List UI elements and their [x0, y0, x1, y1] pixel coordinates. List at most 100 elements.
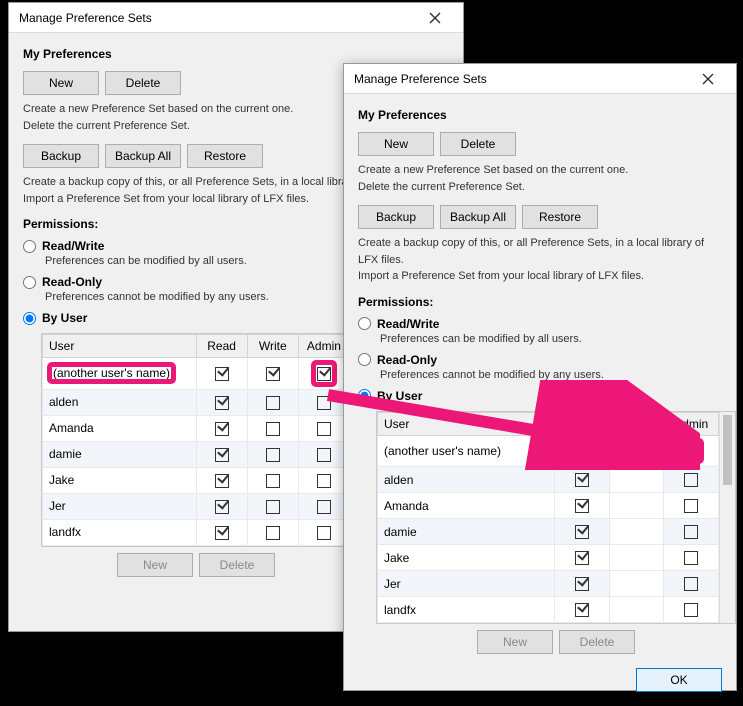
- checkbox-admin[interactable]: [317, 526, 331, 540]
- cell-admin[interactable]: [298, 441, 349, 467]
- cell-admin[interactable]: [298, 467, 349, 493]
- close-icon[interactable]: [415, 4, 455, 32]
- cell-write[interactable]: [247, 415, 298, 441]
- backup-button[interactable]: Backup: [358, 205, 434, 229]
- new-button[interactable]: New: [23, 71, 99, 95]
- cell-read[interactable]: [555, 545, 610, 571]
- checkbox-read[interactable]: [215, 526, 229, 540]
- cell-read[interactable]: [196, 467, 247, 493]
- col-admin[interactable]: Admin: [298, 335, 349, 358]
- checkbox-admin[interactable]: [684, 551, 698, 565]
- table-row[interactable]: (another user's name): [43, 358, 350, 390]
- cell-admin[interactable]: [298, 493, 349, 519]
- checkbox-read[interactable]: [215, 474, 229, 488]
- table-row[interactable]: alden: [378, 467, 719, 493]
- table-row[interactable]: Amanda: [43, 415, 350, 441]
- checkbox-write[interactable]: [266, 422, 280, 436]
- checkbox-read[interactable]: [215, 500, 229, 514]
- cell-write[interactable]: [247, 389, 298, 415]
- checkbox-read[interactable]: [575, 444, 589, 458]
- cell-read[interactable]: [196, 415, 247, 441]
- table-row[interactable]: Jake: [43, 467, 350, 493]
- table-row[interactable]: landfx: [43, 519, 350, 545]
- cell-admin[interactable]: [298, 358, 349, 390]
- checkbox-admin[interactable]: [684, 525, 698, 539]
- table-row[interactable]: (another user's name): [378, 435, 719, 467]
- restore-button[interactable]: Restore: [187, 144, 263, 168]
- table-row[interactable]: landfx: [378, 597, 719, 623]
- backup-all-button[interactable]: Backup All: [105, 144, 181, 168]
- col-write[interactable]: Write: [247, 335, 298, 358]
- backup-all-button[interactable]: Backup All: [440, 205, 516, 229]
- checkbox-read[interactable]: [215, 396, 229, 410]
- checkbox-read[interactable]: [575, 577, 589, 591]
- cell-write[interactable]: [247, 467, 298, 493]
- delete-button[interactable]: Delete: [440, 132, 516, 156]
- checkbox-read[interactable]: [575, 603, 589, 617]
- restore-button[interactable]: Restore: [522, 205, 598, 229]
- delete-button[interactable]: Delete: [105, 71, 181, 95]
- cell-admin[interactable]: [664, 467, 719, 493]
- table-delete-button[interactable]: Delete: [559, 630, 635, 654]
- scrollbar[interactable]: [719, 412, 735, 624]
- table-new-button[interactable]: New: [117, 553, 193, 577]
- cell-read[interactable]: [555, 597, 610, 623]
- checkbox-write[interactable]: [266, 526, 280, 540]
- checkbox-read[interactable]: [575, 473, 589, 487]
- table-row[interactable]: Jake: [378, 545, 719, 571]
- checkbox-admin[interactable]: [684, 473, 698, 487]
- checkbox-write[interactable]: [266, 367, 280, 381]
- table-row[interactable]: Jer: [43, 493, 350, 519]
- cell-admin[interactable]: [298, 519, 349, 545]
- table-row[interactable]: damie: [43, 441, 350, 467]
- checkbox-write[interactable]: [266, 500, 280, 514]
- cell-admin[interactable]: [298, 415, 349, 441]
- checkbox-admin[interactable]: [684, 499, 698, 513]
- radio-by-user[interactable]: [23, 312, 36, 325]
- col-admin[interactable]: Admin: [664, 412, 719, 435]
- checkbox-admin[interactable]: [317, 422, 331, 436]
- col-user[interactable]: User: [43, 335, 197, 358]
- cell-read[interactable]: [196, 519, 247, 545]
- table-row[interactable]: alden: [43, 389, 350, 415]
- cell-read[interactable]: [196, 389, 247, 415]
- col-user[interactable]: User: [378, 412, 555, 435]
- col-write[interactable]: Write: [609, 412, 664, 435]
- cell-read[interactable]: [555, 435, 610, 467]
- checkbox-admin[interactable]: [684, 603, 698, 617]
- backup-button[interactable]: Backup: [23, 144, 99, 168]
- cell-write[interactable]: [247, 358, 298, 390]
- checkbox-read[interactable]: [575, 499, 589, 513]
- cell-write[interactable]: [247, 519, 298, 545]
- checkbox-admin[interactable]: [317, 396, 331, 410]
- checkbox-admin[interactable]: [684, 577, 698, 591]
- cell-read[interactable]: [555, 571, 610, 597]
- cell-write[interactable]: [247, 493, 298, 519]
- checkbox-read[interactable]: [575, 525, 589, 539]
- cell-admin[interactable]: [664, 545, 719, 571]
- checkbox-admin[interactable]: [317, 500, 331, 514]
- cell-admin[interactable]: [664, 435, 719, 467]
- cell-admin[interactable]: [298, 389, 349, 415]
- cell-admin[interactable]: [664, 597, 719, 623]
- checkbox-write[interactable]: [266, 448, 280, 462]
- close-icon[interactable]: [688, 65, 728, 93]
- checkbox-admin[interactable]: [317, 367, 331, 381]
- checkbox-admin[interactable]: [684, 444, 698, 458]
- cell-admin[interactable]: [664, 519, 719, 545]
- checkbox-admin[interactable]: [317, 448, 331, 462]
- cell-read[interactable]: [555, 467, 610, 493]
- radio-read-write[interactable]: [23, 240, 36, 253]
- cell-admin[interactable]: [664, 493, 719, 519]
- checkbox-write[interactable]: [266, 396, 280, 410]
- cell-read[interactable]: [196, 358, 247, 390]
- checkbox-read[interactable]: [575, 551, 589, 565]
- new-button[interactable]: New: [358, 132, 434, 156]
- col-read[interactable]: Read: [196, 335, 247, 358]
- table-new-button[interactable]: New: [477, 630, 553, 654]
- cell-read[interactable]: [196, 493, 247, 519]
- cell-read[interactable]: [196, 441, 247, 467]
- cell-write[interactable]: [247, 441, 298, 467]
- radio-read-only[interactable]: [23, 276, 36, 289]
- cell-admin[interactable]: [664, 571, 719, 597]
